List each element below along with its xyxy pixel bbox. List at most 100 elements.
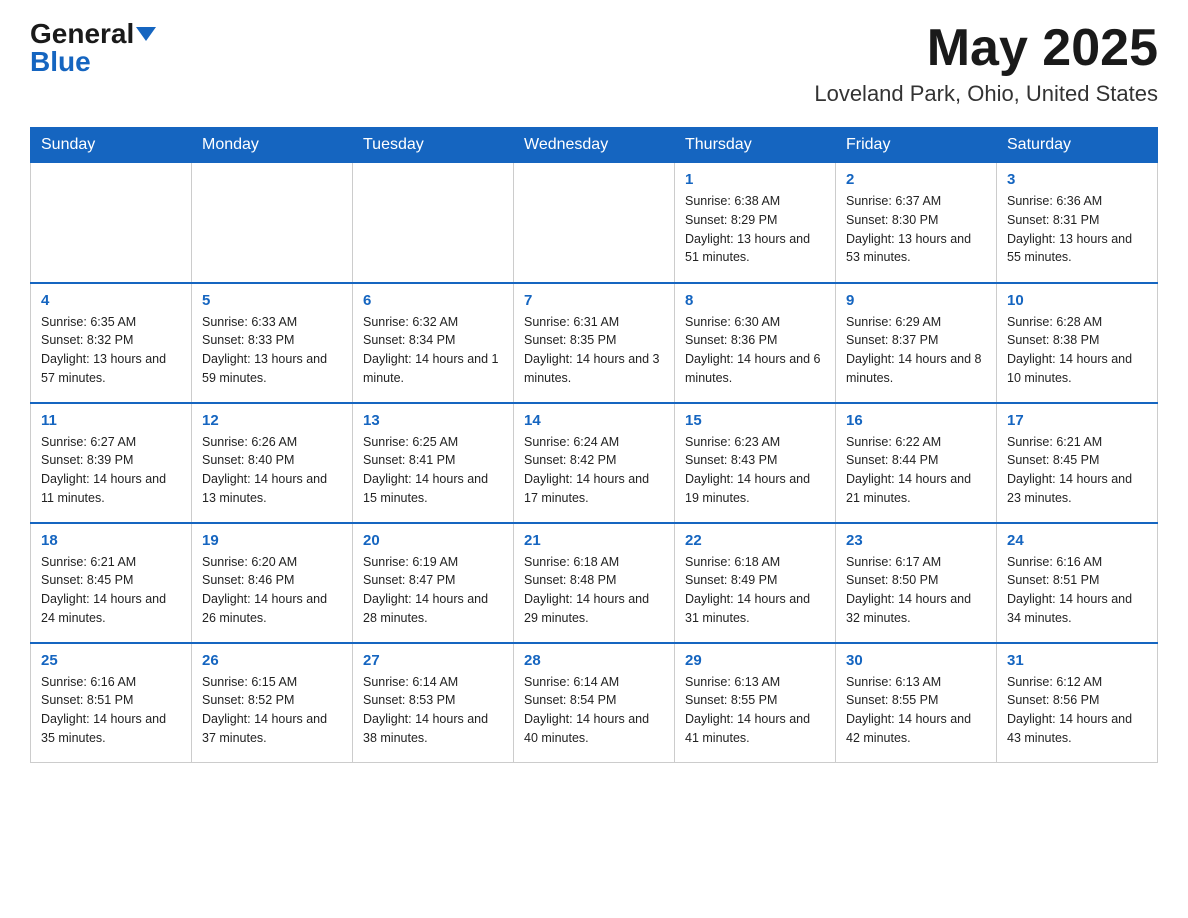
day-number: 27 [363, 652, 503, 669]
day-info: Sunrise: 6:12 AM Sunset: 8:56 PM Dayligh… [1007, 673, 1147, 748]
day-info: Sunrise: 6:16 AM Sunset: 8:51 PM Dayligh… [41, 673, 181, 748]
calendar-week-row: 11 Sunrise: 6:27 AM Sunset: 8:39 PM Dayli… [31, 403, 1158, 523]
calendar-cell: 13 Sunrise: 6:25 AM Sunset: 8:41 PM Dayli… [353, 403, 514, 523]
day-number: 22 [685, 532, 825, 549]
calendar-cell: 19Sunrise: 6:20 AM Sunset: 8:46 PM Dayli… [192, 523, 353, 643]
day-number: 8 [685, 292, 825, 309]
calendar-week-row: 1 Sunrise: 6:38 AM Sunset: 8:29 PM Daylig… [31, 163, 1158, 283]
title-section: May 2025 Loveland Park, Ohio, United Sta… [814, 20, 1158, 107]
day-info: Sunrise: 6:25 AM Sunset: 8:41 PM Dayligh… [363, 433, 503, 508]
calendar-cell: 24 Sunrise: 6:16 AM Sunset: 8:51 PM Dayli… [997, 523, 1158, 643]
day-number: 30 [846, 652, 986, 669]
day-info: Sunrise: 6:22 AM Sunset: 8:44 PM Dayligh… [846, 433, 986, 508]
logo-general-text: General [30, 20, 134, 48]
calendar-cell [31, 163, 192, 283]
day-info: Sunrise: 6:37 AM Sunset: 8:30 PM Dayligh… [846, 192, 986, 267]
location-title: Loveland Park, Ohio, United States [814, 81, 1158, 107]
day-number: 21 [524, 532, 664, 549]
day-info: Sunrise: 6:15 AM Sunset: 8:52 PM Dayligh… [202, 673, 342, 748]
day-number: 14 [524, 412, 664, 429]
day-number: 18 [41, 532, 181, 549]
day-number: 4 [41, 292, 181, 309]
calendar-cell: 2 Sunrise: 6:37 AM Sunset: 8:30 PM Daylig… [836, 163, 997, 283]
day-info: Sunrise: 6:26 AM Sunset: 8:40 PM Dayligh… [202, 433, 342, 508]
day-number: 6 [363, 292, 503, 309]
day-info: Sunrise: 6:33 AM Sunset: 8:33 PM Dayligh… [202, 313, 342, 388]
calendar-cell: 7 Sunrise: 6:31 AM Sunset: 8:35 PM Daylig… [514, 283, 675, 403]
calendar-cell [353, 163, 514, 283]
day-number: 13 [363, 412, 503, 429]
day-number: 12 [202, 412, 342, 429]
day-info: Sunrise: 6:24 AM Sunset: 8:42 PM Dayligh… [524, 433, 664, 508]
day-of-week-header: Wednesday [514, 128, 675, 163]
day-number: 10 [1007, 292, 1147, 309]
day-number: 9 [846, 292, 986, 309]
day-number: 15 [685, 412, 825, 429]
calendar-cell: 18Sunrise: 6:21 AM Sunset: 8:45 PM Dayli… [31, 523, 192, 643]
day-number: 23 [846, 532, 986, 549]
calendar-cell: 4 Sunrise: 6:35 AM Sunset: 8:32 PM Daylig… [31, 283, 192, 403]
day-info: Sunrise: 6:14 AM Sunset: 8:53 PM Dayligh… [363, 673, 503, 748]
day-number: 11 [41, 412, 181, 429]
calendar-cell: 30 Sunrise: 6:13 AM Sunset: 8:55 PM Dayli… [836, 643, 997, 763]
day-number: 29 [685, 652, 825, 669]
day-info: Sunrise: 6:31 AM Sunset: 8:35 PM Dayligh… [524, 313, 664, 388]
day-number: 17 [1007, 412, 1147, 429]
calendar-cell: 25 Sunrise: 6:16 AM Sunset: 8:51 PM Dayli… [31, 643, 192, 763]
day-info: Sunrise: 6:13 AM Sunset: 8:55 PM Dayligh… [846, 673, 986, 748]
calendar-cell: 8Sunrise: 6:30 AM Sunset: 8:36 PM Daylig… [675, 283, 836, 403]
calendar-cell: 28 Sunrise: 6:14 AM Sunset: 8:54 PM Dayli… [514, 643, 675, 763]
day-number: 2 [846, 171, 986, 188]
calendar-cell: 11 Sunrise: 6:27 AM Sunset: 8:39 PM Dayli… [31, 403, 192, 523]
calendar-week-row: 25 Sunrise: 6:16 AM Sunset: 8:51 PM Dayli… [31, 643, 1158, 763]
calendar-cell [192, 163, 353, 283]
calendar-cell: 9 Sunrise: 6:29 AM Sunset: 8:37 PM Daylig… [836, 283, 997, 403]
logo-blue-text: Blue [30, 48, 91, 76]
day-number: 31 [1007, 652, 1147, 669]
day-info: Sunrise: 6:17 AM Sunset: 8:50 PM Dayligh… [846, 553, 986, 628]
day-number: 5 [202, 292, 342, 309]
day-number: 25 [41, 652, 181, 669]
day-number: 26 [202, 652, 342, 669]
calendar-cell: 17 Sunrise: 6:21 AM Sunset: 8:45 PM Dayli… [997, 403, 1158, 523]
calendar-header-row: SundayMondayTuesdayWednesdayThursdayFrid… [31, 128, 1158, 163]
calendar-cell: 5 Sunrise: 6:33 AM Sunset: 8:33 PM Daylig… [192, 283, 353, 403]
calendar-week-row: 18Sunrise: 6:21 AM Sunset: 8:45 PM Dayli… [31, 523, 1158, 643]
calendar-cell: 23 Sunrise: 6:17 AM Sunset: 8:50 PM Dayli… [836, 523, 997, 643]
day-info: Sunrise: 6:27 AM Sunset: 8:39 PM Dayligh… [41, 433, 181, 508]
calendar-cell: 6 Sunrise: 6:32 AM Sunset: 8:34 PM Daylig… [353, 283, 514, 403]
day-info: Sunrise: 6:36 AM Sunset: 8:31 PM Dayligh… [1007, 192, 1147, 267]
calendar-cell [514, 163, 675, 283]
calendar-cell: 14 Sunrise: 6:24 AM Sunset: 8:42 PM Dayli… [514, 403, 675, 523]
day-of-week-header: Monday [192, 128, 353, 163]
calendar-cell: 20 Sunrise: 6:19 AM Sunset: 8:47 PM Dayli… [353, 523, 514, 643]
day-number: 1 [685, 171, 825, 188]
day-number: 7 [524, 292, 664, 309]
day-info: Sunrise: 6:32 AM Sunset: 8:34 PM Dayligh… [363, 313, 503, 388]
calendar-cell: 16 Sunrise: 6:22 AM Sunset: 8:44 PM Dayli… [836, 403, 997, 523]
day-number: 16 [846, 412, 986, 429]
day-info: Sunrise: 6:21 AM Sunset: 8:45 PM Dayligh… [1007, 433, 1147, 508]
calendar-cell: 12 Sunrise: 6:26 AM Sunset: 8:40 PM Dayli… [192, 403, 353, 523]
day-of-week-header: Sunday [31, 128, 192, 163]
day-info: Sunrise: 6:19 AM Sunset: 8:47 PM Dayligh… [363, 553, 503, 628]
page-header: General Blue May 2025 Loveland Park, Ohi… [30, 20, 1158, 107]
day-info: Sunrise: 6:16 AM Sunset: 8:51 PM Dayligh… [1007, 553, 1147, 628]
day-info: Sunrise: 6:14 AM Sunset: 8:54 PM Dayligh… [524, 673, 664, 748]
calendar-cell: 22 Sunrise: 6:18 AM Sunset: 8:49 PM Dayli… [675, 523, 836, 643]
day-info: Sunrise: 6:35 AM Sunset: 8:32 PM Dayligh… [41, 313, 181, 388]
day-of-week-header: Tuesday [353, 128, 514, 163]
calendar-cell: 21 Sunrise: 6:18 AM Sunset: 8:48 PM Dayli… [514, 523, 675, 643]
calendar-cell: 26 Sunrise: 6:15 AM Sunset: 8:52 PM Dayli… [192, 643, 353, 763]
day-number: 24 [1007, 532, 1147, 549]
day-info: Sunrise: 6:20 AM Sunset: 8:46 PM Dayligh… [202, 553, 342, 628]
day-info: Sunrise: 6:23 AM Sunset: 8:43 PM Dayligh… [685, 433, 825, 508]
calendar-table: SundayMondayTuesdayWednesdayThursdayFrid… [30, 127, 1158, 763]
month-title: May 2025 [814, 20, 1158, 77]
day-number: 28 [524, 652, 664, 669]
day-info: Sunrise: 6:18 AM Sunset: 8:48 PM Dayligh… [524, 553, 664, 628]
day-number: 20 [363, 532, 503, 549]
day-info: Sunrise: 6:29 AM Sunset: 8:37 PM Dayligh… [846, 313, 986, 388]
day-info: Sunrise: 6:18 AM Sunset: 8:49 PM Dayligh… [685, 553, 825, 628]
day-info: Sunrise: 6:38 AM Sunset: 8:29 PM Dayligh… [685, 192, 825, 267]
